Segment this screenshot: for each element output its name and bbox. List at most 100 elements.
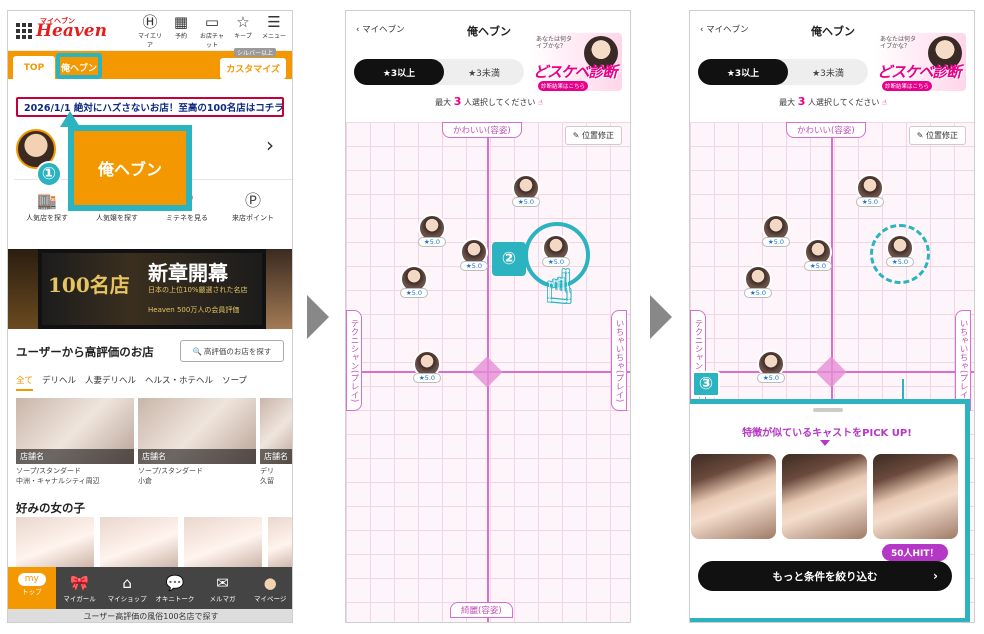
cast-point[interactable]: ★5.0: [399, 265, 429, 298]
menu-button[interactable]: ☰ メニュー: [260, 13, 288, 49]
rating-toggle[interactable]: ★3以上 ★3未満: [698, 59, 868, 85]
axis-label-icha: いちゃいちゃ(プレイ): [955, 310, 971, 412]
cast-point[interactable]: ★5.0: [761, 214, 791, 247]
cast-point[interactable]: ★5.0: [855, 174, 885, 207]
cast-point[interactable]: ★5.0: [412, 350, 442, 383]
tap-hand-icon: ☝: [881, 98, 887, 107]
shop-area: 中洲・キャナルシティ周辺: [16, 477, 100, 485]
nav-my-page[interactable]: ● マイページ: [246, 567, 292, 609]
pencil-icon: ✎: [916, 131, 924, 140]
callout-pointer: [60, 111, 80, 127]
filter-delivery[interactable]: デリヘル: [42, 374, 76, 391]
chevron-right-icon[interactable]: ›: [266, 133, 274, 157]
tab-top[interactable]: TOP: [13, 56, 55, 79]
category-visit-points[interactable]: Ⓟ 来店ポイント: [220, 189, 286, 223]
grid-menu-icon[interactable]: [16, 22, 32, 39]
toggle-3-below[interactable]: ★3未満: [788, 59, 868, 85]
cast-card[interactable]: [873, 454, 958, 539]
announcement-banner[interactable]: 2026/1/1 絶対にハズさないお店！至高の100名店はコチラ: [16, 97, 284, 117]
nav-mail-magazine[interactable]: ✉ メルマガ: [199, 567, 247, 609]
ribbon-icon: 🎀: [70, 574, 89, 592]
girl-thumbnail[interactable]: [184, 517, 262, 569]
callout-label: 俺ヘブン: [74, 131, 186, 205]
nav-top[interactable]: my トップ: [8, 567, 56, 609]
cast-point[interactable]: ★5.0: [417, 214, 447, 247]
shop-name: 店舗名: [138, 449, 256, 464]
nav-my-girl[interactable]: 🎀 マイガール: [56, 567, 104, 609]
cast-card[interactable]: [691, 454, 776, 539]
pickup-title: 特徴が似ているキャストをPICK UP!: [742, 428, 912, 439]
axis-label-cute: かわいい(容姿): [442, 122, 522, 138]
girl-thumbnail[interactable]: [100, 517, 178, 569]
shop-type: ソープ/スタンダード: [16, 467, 81, 475]
nav-okini-talk[interactable]: 💬 オキニトーク: [151, 567, 199, 609]
highlight-box: [56, 53, 102, 79]
cast-point[interactable]: ★5.0: [459, 238, 489, 271]
shop-chat-button[interactable]: ▭ お店チャット: [198, 13, 226, 49]
axis-label-beautiful: 綺麗(容姿): [450, 602, 513, 618]
cast-point[interactable]: ★5.0: [803, 238, 833, 271]
store-icon: ⌂: [122, 574, 132, 592]
filter-married-delivery[interactable]: 人妻デリヘル: [85, 374, 136, 391]
menu-icon: ☰: [267, 12, 281, 31]
center-marker: [471, 356, 503, 388]
step-2-badge: ②: [492, 242, 526, 276]
keep-button[interactable]: ☆ キープ: [229, 13, 257, 49]
cast-point[interactable]: ★5.0: [756, 350, 786, 383]
shop-card[interactable]: 店舗名 デリ 久留: [260, 398, 292, 486]
tap-hand-icon: ☝: [546, 262, 573, 313]
app-header: マイヘブン Heaven Ⓗ マイエリア ▦ 予約 ▭ お店チャット ☆ キープ ☰ メニュ…: [8, 11, 292, 51]
flow-arrow: [650, 295, 672, 339]
sheet-grip[interactable]: [813, 408, 843, 412]
user-icon: ●: [263, 574, 277, 592]
shop-name: 店舗名: [16, 449, 134, 464]
filter-health[interactable]: ヘルス・ホテヘル: [145, 374, 213, 391]
pencil-icon: ✎: [572, 131, 580, 140]
shop-type: ソープ/スタンダード: [138, 467, 203, 475]
footer-link[interactable]: ユーザー高評価の風俗100名店で探す: [8, 609, 292, 622]
shop-card[interactable]: 店舗名 ソープ/スタンダード 小倉: [138, 398, 256, 486]
reservation-button[interactable]: ▦ 予約: [167, 13, 195, 49]
toggle-3-above[interactable]: ★3以上: [698, 59, 788, 85]
cast-point[interactable]: ★5.0: [511, 174, 541, 207]
promo-banner[interactable]: 100名店 新章開幕 日本の上位10%厳選された名店 Heaven 500万人の…: [8, 249, 292, 329]
filter-soap[interactable]: ソープ: [222, 374, 247, 391]
hit-count-badge: 50人HIT！: [882, 544, 948, 561]
center-marker: [815, 356, 847, 388]
pickup-pointer: [820, 440, 830, 446]
phone-screen-pickup: ‹ マイヘブン 俺ヘブン あなたは何タイプかな？ どスケベ診断 診断結果はこちら…: [689, 10, 975, 623]
shop-card[interactable]: 店舗名 ソープ/スタンダード中洲・キャナルシティ周辺: [16, 398, 134, 486]
nav-my-shop[interactable]: ⌂ マイショップ: [103, 567, 151, 609]
girl-thumbnail[interactable]: [16, 517, 94, 569]
cast-card[interactable]: [782, 454, 867, 539]
step-1-badge: ①: [36, 161, 62, 187]
phone-screen-top: マイヘブン Heaven Ⓗ マイエリア ▦ 予約 ▭ お店チャット ☆ キープ ☰ メニュ…: [7, 10, 293, 623]
toggle-3-below[interactable]: ★3未満: [444, 59, 524, 85]
flow-arrow: [307, 295, 329, 339]
bottom-navigation: my トップ 🎀 マイガール ⌂ マイショップ 💬 オキニトーク ✉ メルマガ ● マイペー…: [8, 567, 292, 609]
diagnosis-banner[interactable]: あなたは何タイプかな？ どスケベ診断 診断結果はこちら: [530, 33, 622, 91]
calendar-icon: ▦: [173, 12, 189, 31]
customize-button[interactable]: カスタマイズ: [220, 58, 286, 79]
pickup-sheet: 特徴が似ているキャストをPICK UP! もっと条件を絞り込む › 50人HIT！: [690, 399, 970, 622]
preference-map[interactable]: かわいい(容姿) 綺麗(容姿) テクニシャン(プレイ) いちゃいちゃ(プレイ) …: [346, 122, 630, 622]
promo-rank: 100名店: [48, 273, 130, 297]
search-icon: 🔍: [192, 346, 202, 356]
mail-icon: ✉: [216, 574, 229, 592]
toggle-3-above[interactable]: ★3以上: [354, 59, 444, 85]
cast-point[interactable]: ★5.0: [743, 265, 773, 298]
tab-bar: TOP 俺ヘブン シルバー以上 カスタマイズ: [8, 48, 292, 79]
my-area-button[interactable]: Ⓗ マイエリア: [136, 13, 164, 49]
search-rated-shops-button[interactable]: 🔍 高評価のお店を探す: [180, 340, 284, 362]
reposition-button[interactable]: ✎ 位置修正: [564, 126, 622, 145]
narrow-conditions-button[interactable]: もっと条件を絞り込む ›: [698, 561, 952, 591]
heaven-logo[interactable]: マイヘブン Heaven: [36, 16, 107, 41]
girl-thumbnail[interactable]: [268, 517, 292, 569]
selection-ring: [870, 224, 930, 284]
step-3-badge: ③: [692, 371, 720, 397]
map-pin-icon: Ⓗ: [142, 12, 158, 31]
filter-all[interactable]: 全て: [16, 374, 34, 391]
diagnosis-banner[interactable]: あなたは何タイプかな？ どスケベ診断 診断結果はこちら: [874, 33, 966, 91]
reposition-button[interactable]: ✎ 位置修正: [908, 126, 966, 145]
rating-toggle[interactable]: ★3以上 ★3未満: [354, 59, 524, 85]
